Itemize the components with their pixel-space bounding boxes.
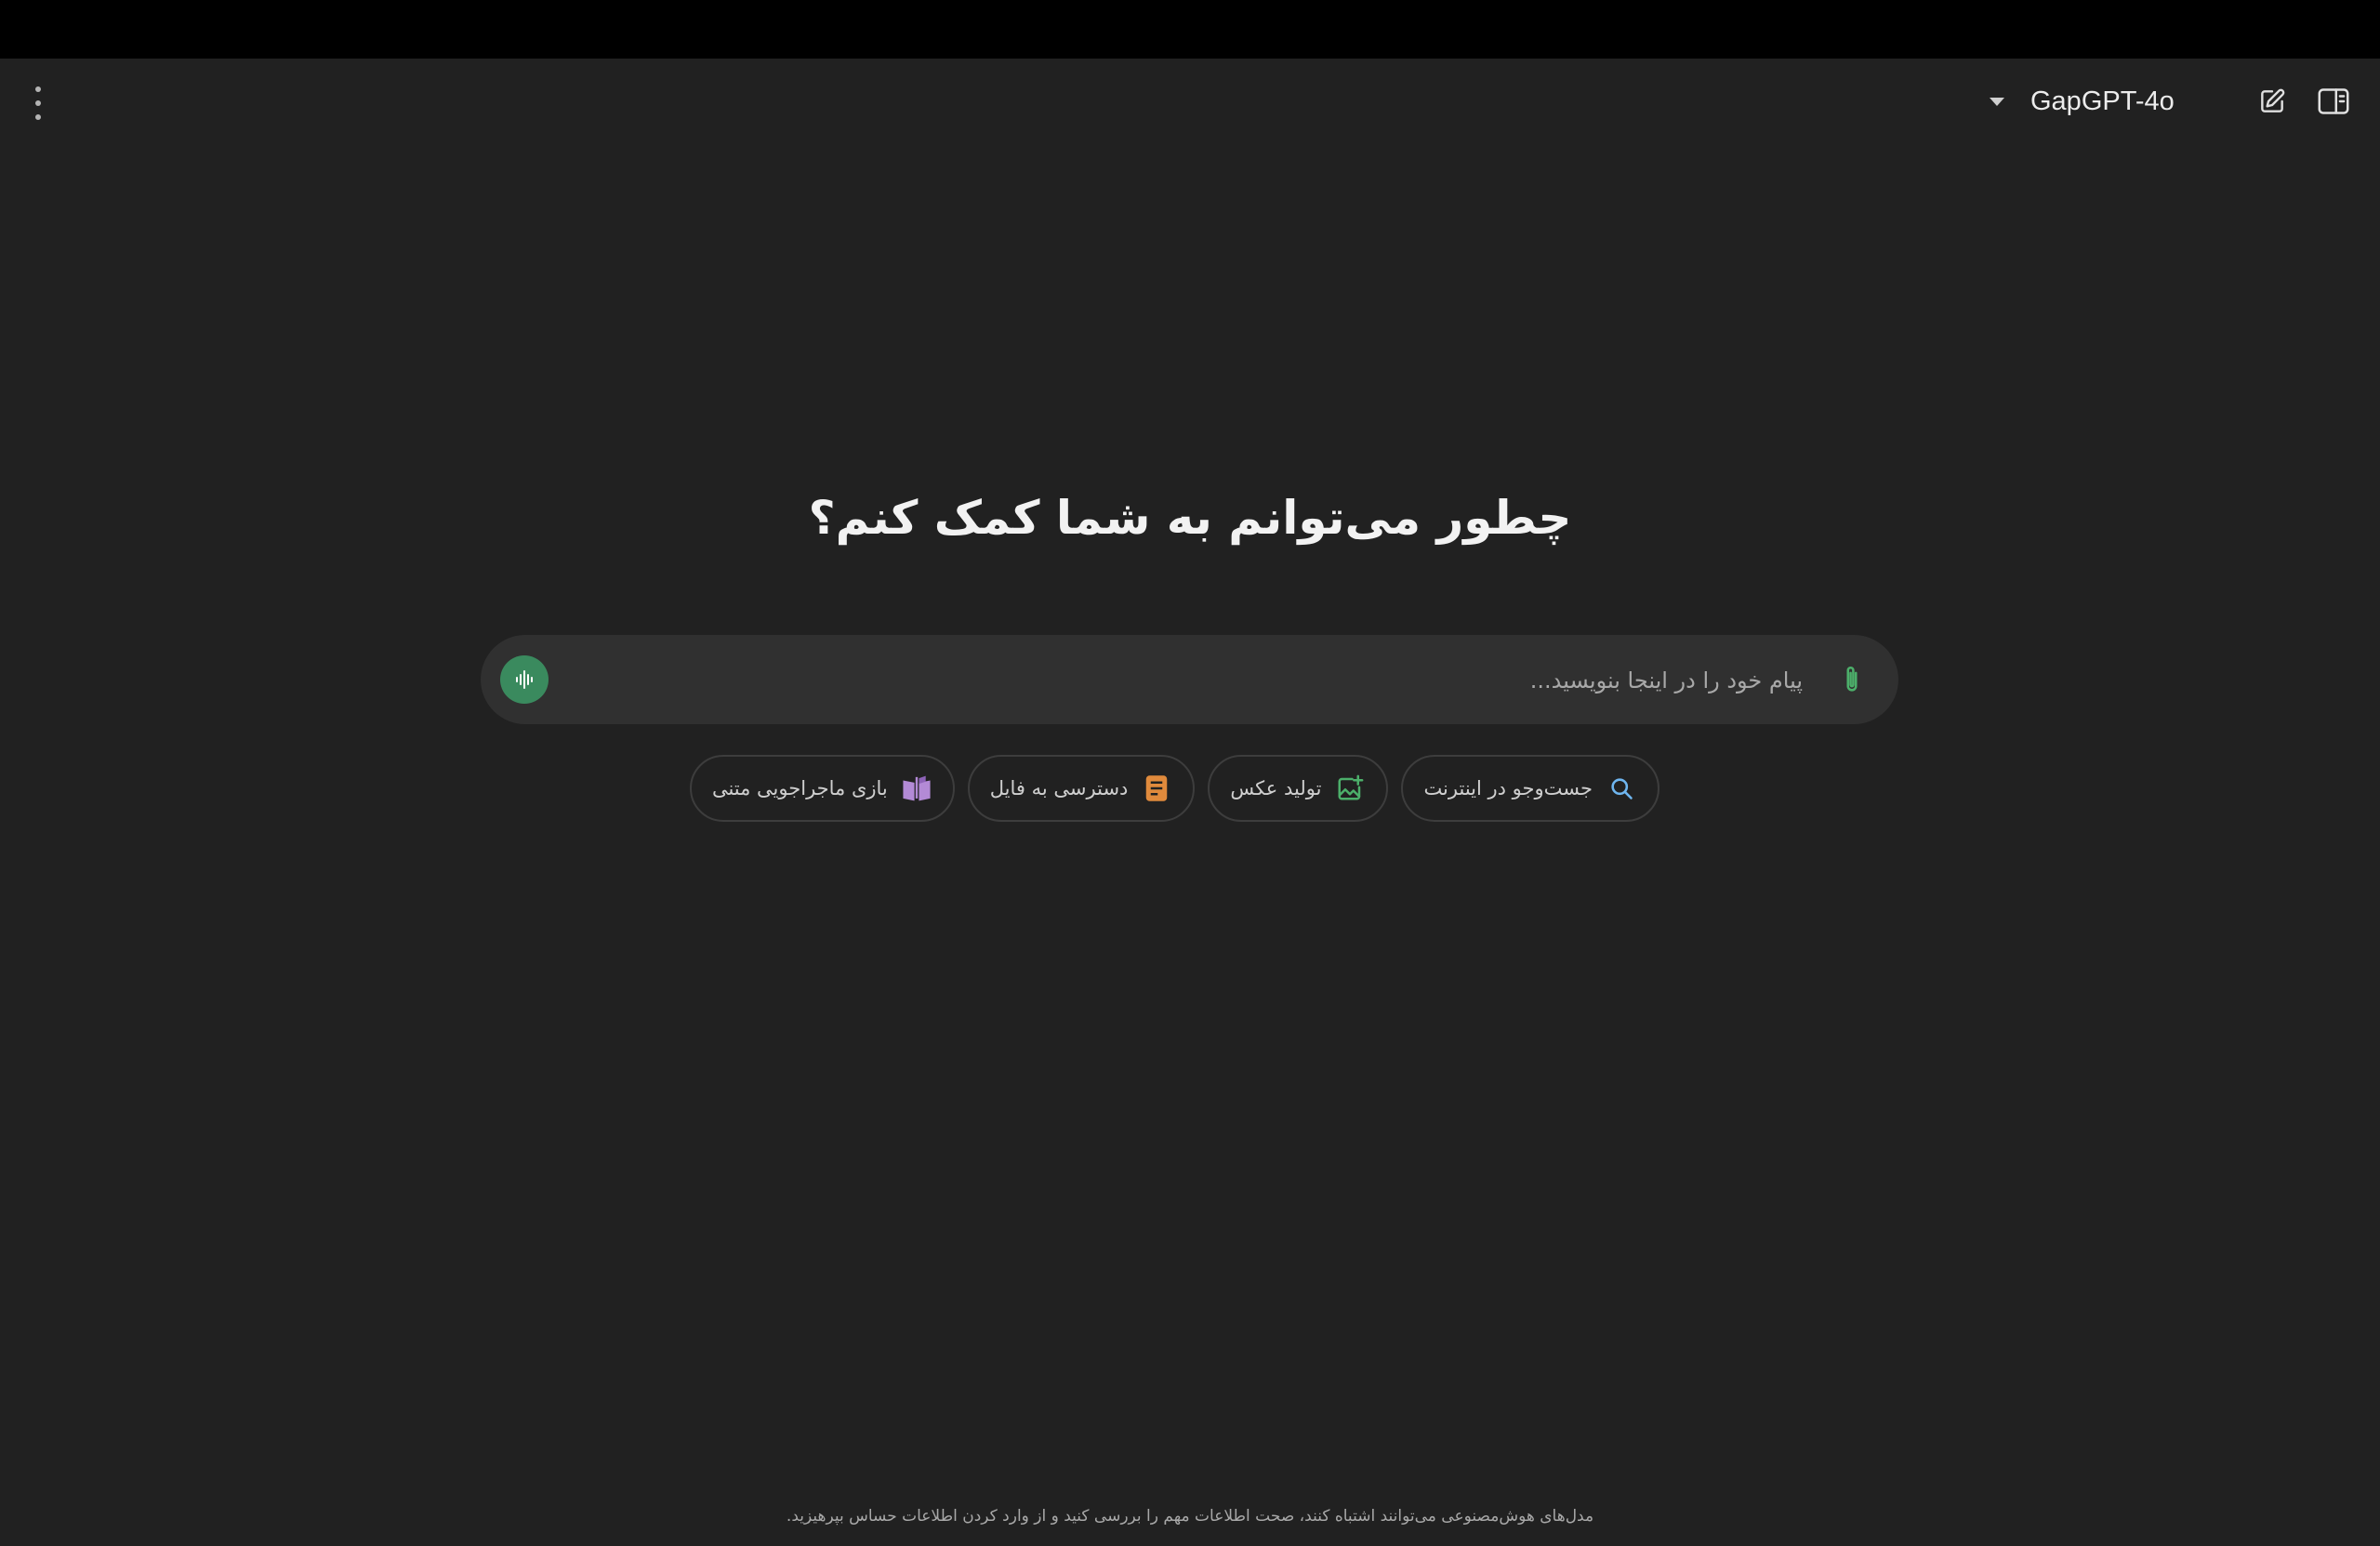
attach-file-icon[interactable] [1839,663,1865,696]
chip-file-access[interactable]: دسترسی به فایل [967,755,1196,822]
chip-label: تولید عکس [1230,777,1322,799]
header: GapGPT-4o [0,59,2380,144]
document-icon [1141,773,1172,804]
image-plus-icon [1334,773,1366,804]
book-icon [901,773,932,804]
model-selector[interactable]: GapGPT-4o [1990,79,2175,124]
suggestion-chips: جست‌وجو در اینترنت تولید عکس [689,755,1659,826]
chevron-down-icon [1990,97,2004,106]
more-options-icon[interactable] [24,86,52,120]
chip-image-generation[interactable]: تولید عکس [1208,755,1389,822]
window-top-bar [0,0,2380,59]
waveform-icon [516,670,533,689]
voice-mode-button[interactable] [500,655,549,704]
new-chat-icon[interactable] [2254,83,2291,120]
message-composer [481,635,1898,724]
sidebar-toggle-icon[interactable] [2315,83,2352,120]
chip-label: دسترسی به فایل [989,777,1129,799]
chip-web-search[interactable]: جست‌وجو در اینترنت [1401,755,1659,822]
page-title: چطور می‌توانم به شما کمک کنم؟ [808,491,1572,545]
search-icon [1606,773,1637,804]
model-name: GapGPT-4o [2030,86,2175,116]
message-input[interactable] [574,657,1805,704]
chip-label: جست‌وجو در اینترنت [1423,777,1593,799]
chip-label: بازی ماجراجویی متنی [711,777,888,799]
chat-app: GapGPT-4o چطور می‌توانم به شما کمک کنم؟ [0,59,2380,1546]
disclaimer-text: مدل‌های هوش‌مصنوعی می‌توانند اشتباه کنند… [786,1507,1594,1526]
chip-text-adventure[interactable]: بازی ماجراجویی متنی [689,755,955,822]
